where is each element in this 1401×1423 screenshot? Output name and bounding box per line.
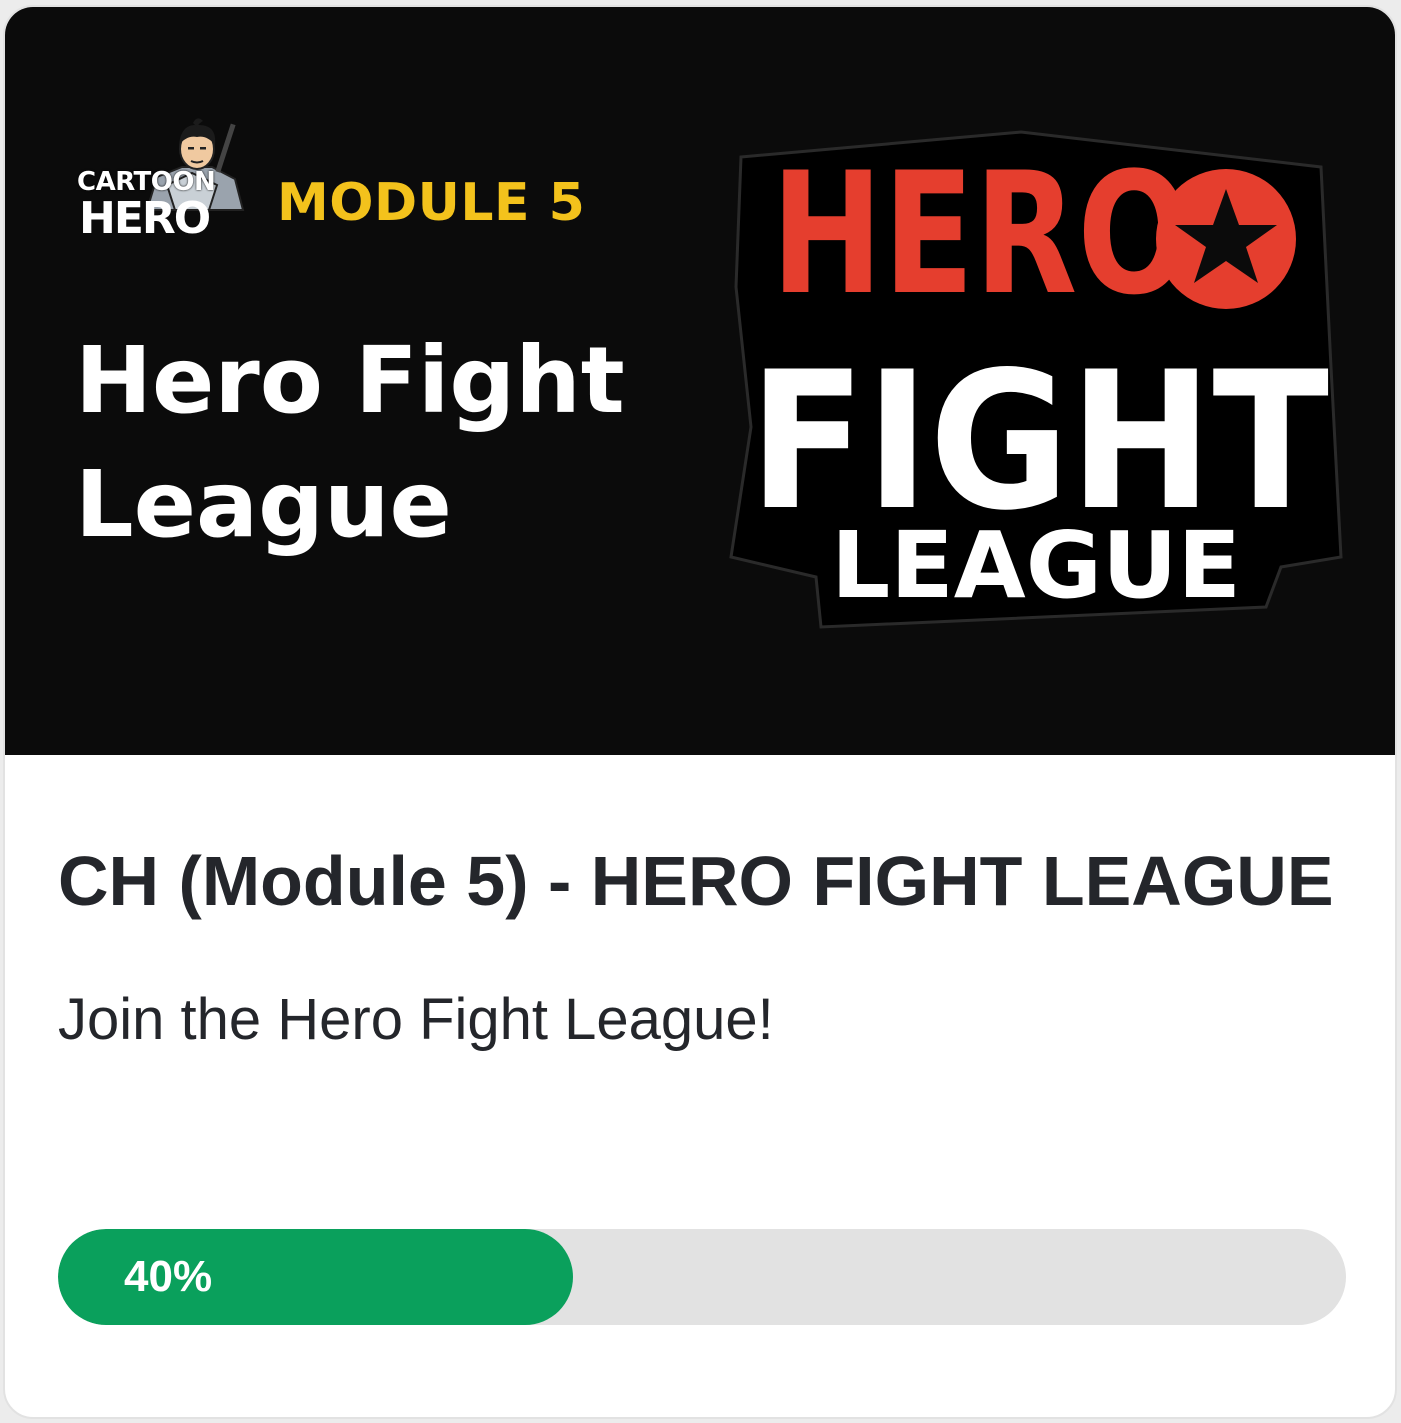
banner-title-line1: Hero Fight (75, 327, 625, 434)
module-label: MODULE 5 (277, 173, 586, 233)
banner-title: Hero Fight League (75, 319, 695, 567)
progress-label: 40% (124, 1252, 213, 1301)
banner-title-line2: League (75, 451, 452, 558)
course-title[interactable]: CH (Module 5) - HERO FIGHT LEAGUE (58, 839, 1348, 923)
course-banner: CARTOON HERO MODULE 5 Hero Fight League … (5, 7, 1395, 755)
course-subtitle: Join the Hero Fight League! (58, 987, 774, 1052)
star-badge-icon (1156, 169, 1296, 309)
cartoon-hero-logo: CARTOON HERO (77, 115, 247, 255)
hfl-logo-line3: LEAGUE (831, 512, 1241, 619)
progress-bar: 40% (58, 1229, 1346, 1325)
hfl-logo-line1: HERO (771, 136, 1191, 332)
hero-fight-league-logo: HERO FIGHT LEAGUE (729, 130, 1343, 629)
course-card[interactable]: CARTOON HERO MODULE 5 Hero Fight League … (3, 5, 1397, 1419)
brand-logo-line2: HERO (79, 193, 211, 244)
